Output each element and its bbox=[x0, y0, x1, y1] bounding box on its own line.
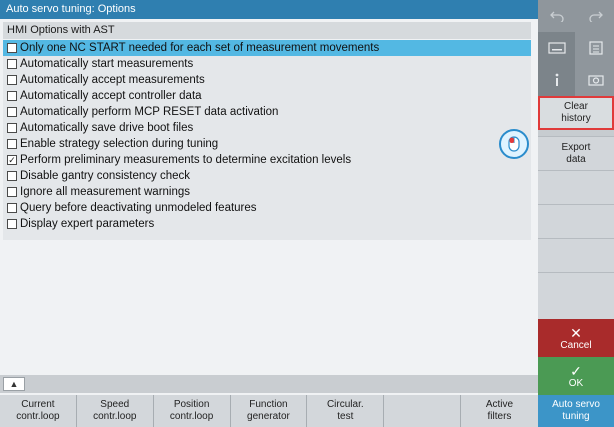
option-row[interactable]: Enable strategy selection during tuning bbox=[3, 136, 531, 152]
option-label: Automatically save drive boot files bbox=[20, 122, 194, 134]
scroll-up-button[interactable]: ▲ bbox=[3, 377, 25, 391]
close-icon: ✕ bbox=[570, 324, 582, 341]
checkbox[interactable] bbox=[7, 107, 17, 117]
section-header: HMI Options with AST bbox=[3, 22, 531, 39]
option-row[interactable]: Automatically start measurements bbox=[3, 56, 531, 72]
vertical-softkey-bar: Clear history Export data ✕ Cancel ✓ OK … bbox=[538, 0, 614, 427]
checkmark-icon: ✓ bbox=[570, 362, 582, 379]
option-label: Perform preliminary measurements to dete… bbox=[20, 154, 352, 166]
option-row[interactable]: Disable gantry consistency check bbox=[3, 168, 531, 184]
checkbox[interactable] bbox=[7, 219, 17, 229]
option-label: Automatically accept measurements bbox=[20, 74, 205, 86]
checkbox-checked[interactable]: ✓ bbox=[7, 155, 17, 165]
vertical-softkey-empty-1[interactable] bbox=[538, 170, 614, 204]
option-row[interactable]: Automatically save drive boot files bbox=[3, 120, 531, 136]
ok-label: OK bbox=[568, 377, 584, 389]
calculator-icon[interactable] bbox=[577, 32, 614, 64]
checkbox[interactable] bbox=[7, 139, 17, 149]
option-label: Disable gantry consistency check bbox=[20, 170, 191, 182]
option-label: Only one NC START needed for each set of… bbox=[20, 42, 380, 54]
option-row[interactable]: Display expert parameters bbox=[3, 216, 531, 232]
option-row[interactable]: Automatically accept controller data bbox=[3, 88, 531, 104]
checkbox[interactable] bbox=[7, 59, 17, 69]
option-label: Ignore all measurement warnings bbox=[20, 186, 191, 198]
options-list: Only one NC START needed for each set of… bbox=[3, 40, 531, 240]
option-label: Automatically accept controller data bbox=[20, 90, 202, 102]
undo-icon[interactable] bbox=[538, 0, 575, 32]
option-row[interactable]: Ignore all measurement warnings bbox=[3, 184, 531, 200]
checkbox[interactable] bbox=[7, 187, 17, 197]
option-row[interactable]: Automatically accept measurements bbox=[3, 72, 531, 88]
chevron-up-icon: ▲ bbox=[9, 379, 19, 389]
vertical-softkey-empty-2[interactable] bbox=[538, 204, 614, 238]
option-label: Display expert parameters bbox=[20, 218, 155, 230]
checkbox[interactable] bbox=[7, 123, 17, 133]
checkbox[interactable] bbox=[7, 91, 17, 101]
vertical-softkey-empty-3[interactable] bbox=[538, 238, 614, 272]
redo-icon[interactable] bbox=[577, 0, 614, 32]
checkbox[interactable] bbox=[7, 203, 17, 213]
mouse-icon bbox=[499, 129, 529, 159]
cancel-label: Cancel bbox=[560, 339, 592, 351]
softkey-current-contr-loop[interactable]: Current contr.loop bbox=[0, 395, 77, 427]
option-label: Automatically perform MCP RESET data act… bbox=[20, 106, 279, 118]
clear-history-button[interactable]: Clear history bbox=[538, 96, 614, 130]
option-row[interactable]: ✓ Perform preliminary measurements to det… bbox=[3, 152, 531, 168]
softkey-position-contr-loop[interactable]: Position contr.loop bbox=[153, 395, 231, 427]
option-row[interactable]: Automatically perform MCP RESET data act… bbox=[3, 104, 531, 120]
checkbox[interactable] bbox=[7, 43, 17, 53]
softkey-speed-contr-loop[interactable]: Speed contr.loop bbox=[76, 395, 154, 427]
vertical-softkey-empty-4[interactable] bbox=[538, 272, 614, 319]
option-row[interactable]: Query before deactivating unmodeled feat… bbox=[3, 200, 531, 216]
scroll-row: ▲ bbox=[0, 375, 538, 393]
export-data-button[interactable]: Export data bbox=[538, 136, 614, 170]
option-label: Enable strategy selection during tuning bbox=[20, 138, 219, 150]
toolbar-icons bbox=[538, 0, 614, 96]
softkey-active-filters[interactable]: Active filters bbox=[461, 395, 538, 427]
softkey-circular-test[interactable]: Circular. test bbox=[307, 395, 385, 427]
cancel-button[interactable]: ✕ Cancel bbox=[538, 319, 614, 357]
info-icon[interactable] bbox=[538, 64, 575, 96]
option-label: Automatically start measurements bbox=[20, 58, 194, 70]
camera-icon[interactable] bbox=[577, 64, 614, 96]
ok-button[interactable]: ✓ OK bbox=[538, 357, 614, 395]
softkey-function-generator[interactable]: Function generator bbox=[230, 395, 308, 427]
option-label: Query before deactivating unmodeled feat… bbox=[20, 202, 257, 214]
keyboard-icon[interactable] bbox=[538, 32, 575, 64]
checkbox[interactable] bbox=[7, 171, 17, 181]
options-panel: HMI Options with AST Only one NC START n… bbox=[0, 19, 538, 395]
auto-servo-tuning-button[interactable]: Auto servo tuning bbox=[538, 395, 614, 427]
softkey-empty[interactable] bbox=[384, 395, 462, 427]
window-title: Auto servo tuning: Options bbox=[0, 0, 538, 19]
checkbox[interactable] bbox=[7, 75, 17, 85]
option-row[interactable]: Only one NC START needed for each set of… bbox=[3, 40, 531, 56]
horizontal-softkey-bar: Current contr.loop Speed contr.loop Posi… bbox=[0, 395, 538, 427]
